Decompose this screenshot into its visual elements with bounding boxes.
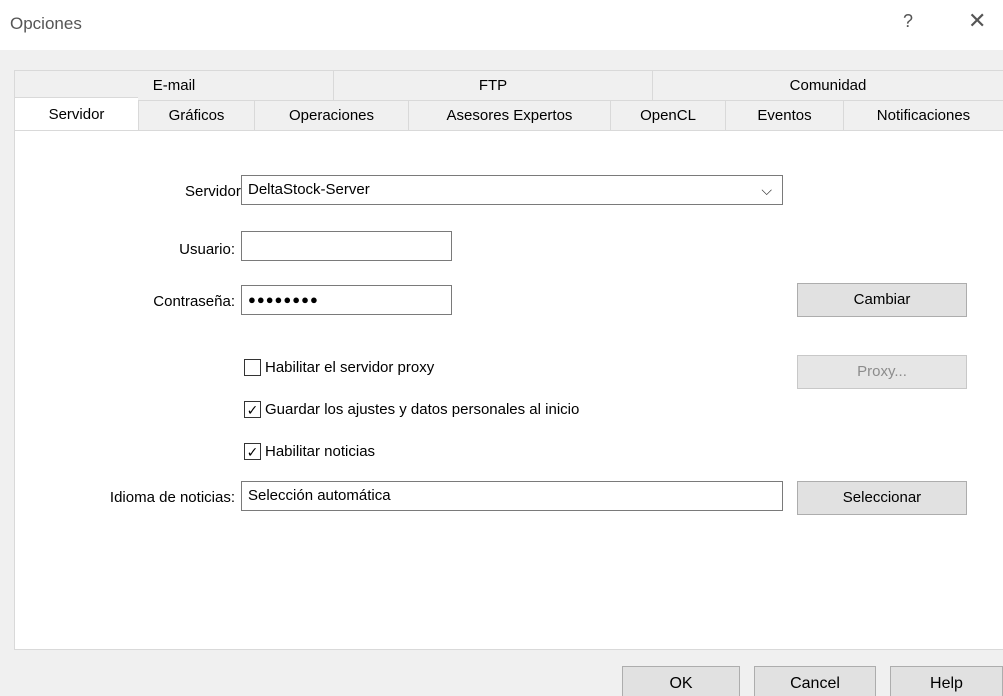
server-combobox[interactable]: DeltaStock-Server ⌵	[241, 175, 783, 205]
cancel-button[interactable]: Cancel	[754, 666, 876, 696]
tab-email[interactable]: E-mail	[14, 70, 333, 100]
change-button[interactable]: Cambiar	[797, 283, 967, 317]
close-icon[interactable]: ✕	[968, 8, 986, 34]
tab-opencl[interactable]: OpenCL	[610, 100, 725, 130]
check-icon: ✓	[246, 401, 259, 418]
select-button[interactable]: Seleccionar	[797, 481, 967, 515]
proxy-checkbox-label: Habilitar el servidor proxy	[265, 359, 435, 376]
news-checkbox[interactable]: ✓	[244, 443, 261, 460]
user-label: Usuario:	[179, 241, 235, 258]
tab-comunidad[interactable]: Comunidad	[652, 70, 1003, 100]
save-checkbox-label: Guardar los ajustes y datos personales a…	[265, 401, 580, 418]
chevron-down-icon[interactable]: ⌵	[761, 176, 772, 204]
check-icon: ✓	[246, 443, 259, 460]
tab-asesores-expertos[interactable]: Asesores Expertos	[408, 100, 610, 130]
news-checkbox-label: Habilitar noticias	[265, 443, 376, 460]
tab-row-front: Servidor Gráficos Operaciones Asesores E…	[14, 97, 1003, 130]
title-bar: Opciones ? ✕	[0, 0, 1003, 50]
tab-servidor[interactable]: Servidor	[14, 97, 138, 130]
tab-graficos[interactable]: Gráficos	[138, 100, 254, 130]
tab-eventos[interactable]: Eventos	[725, 100, 843, 130]
proxy-button[interactable]: Proxy...	[797, 355, 967, 389]
news-lang-label: Idioma de noticias:	[109, 489, 235, 506]
news-checkbox-row[interactable]: ✓ Habilitar noticias	[244, 443, 375, 460]
password-label: Contraseña:	[153, 293, 235, 310]
proxy-checkbox[interactable]	[244, 359, 261, 376]
help-icon[interactable]: ?	[903, 11, 913, 32]
server-value: DeltaStock-Server	[248, 181, 370, 198]
tab-ftp[interactable]: FTP	[333, 70, 652, 100]
help-button[interactable]: Help	[890, 666, 1003, 696]
news-lang-input[interactable]: Selección automática	[241, 481, 783, 511]
save-checkbox-row[interactable]: ✓ Guardar los ajustes y datos personales…	[244, 401, 579, 418]
tab-notificaciones[interactable]: Notificaciones	[843, 100, 1003, 130]
servidor-panel: Servidor: DeltaStock-Server ⌵ Usuario: C…	[14, 130, 1003, 650]
ok-button[interactable]: OK	[622, 666, 740, 696]
password-input[interactable]: ●●●●●●●●	[241, 285, 452, 315]
tab-operaciones[interactable]: Operaciones	[254, 100, 408, 130]
proxy-checkbox-row[interactable]: Habilitar el servidor proxy	[244, 359, 434, 376]
server-label: Servidor:	[184, 183, 245, 200]
tab-row-back: E-mail FTP Comunidad	[14, 70, 1003, 100]
save-checkbox[interactable]: ✓	[244, 401, 261, 418]
window-title: Opciones	[10, 14, 82, 33]
user-input[interactable]	[241, 231, 452, 261]
